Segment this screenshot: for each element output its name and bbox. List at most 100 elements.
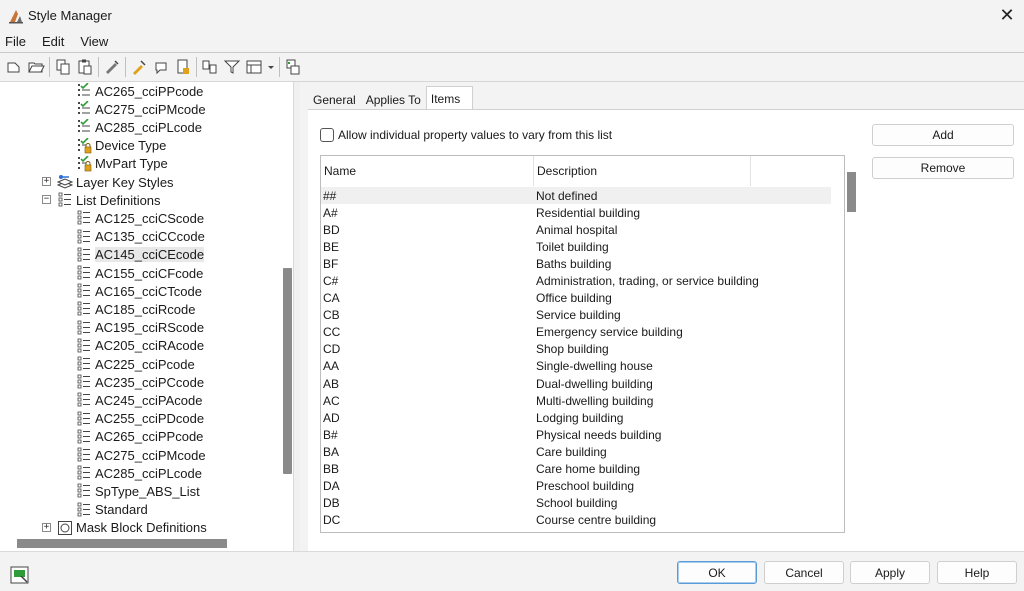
table-row[interactable]: BD Animal hospital: [321, 221, 831, 238]
allow-vary-checkbox[interactable]: [320, 128, 334, 142]
tab-strip: General Applies To Items: [308, 86, 474, 110]
tree-item[interactable]: AC185_cciRcode: [76, 300, 195, 318]
tab-applies-to[interactable]: Applies To: [361, 89, 426, 110]
tree-item[interactable]: + Mask Block Definitions: [42, 519, 207, 537]
table-row[interactable]: BE Toilet building: [321, 238, 831, 255]
copy-icon[interactable]: [52, 56, 74, 78]
tree-item[interactable]: AC155_cciCFcode: [76, 264, 203, 282]
tree-item-label: Standard: [95, 502, 148, 518]
tree-item[interactable]: AC285_cciPLcode: [76, 118, 202, 136]
close-icon[interactable]: ✕: [998, 5, 1016, 26]
tree-item[interactable]: AC265_cciPPcode: [76, 82, 203, 100]
cancel-button[interactable]: Cancel: [764, 561, 844, 584]
list-items-table[interactable]: Name Description ## Not defined A# Resident…: [320, 155, 845, 533]
table-row[interactable]: ## Not defined: [321, 187, 831, 205]
cell-name: B#: [323, 427, 338, 442]
open-icon[interactable]: [25, 56, 47, 78]
table-row[interactable]: CC Emergency service building: [321, 324, 831, 341]
tree-item[interactable]: AC195_cciRScode: [76, 319, 204, 337]
tree-item[interactable]: Standard: [76, 501, 148, 519]
tree-item[interactable]: MvPart Type: [76, 155, 168, 173]
tree-item[interactable]: AC265_cciPPcode: [76, 428, 203, 446]
apply-button[interactable]: Apply: [850, 561, 930, 584]
table-row[interactable]: DC Course centre building: [321, 512, 831, 529]
tree-item[interactable]: AC205_cciRAcode: [76, 337, 204, 355]
tree-item-label: AC155_cciCFcode: [95, 265, 204, 281]
tree-item[interactable]: AC165_cciCTcode: [76, 282, 202, 300]
tree-item[interactable]: AC285_cciPLcode: [76, 464, 202, 482]
table-row[interactable]: CA Office building: [321, 290, 831, 307]
inherit-icon[interactable]: [282, 56, 304, 78]
toggle-icon[interactable]: [172, 56, 194, 78]
tab-items[interactable]: Items: [425, 86, 474, 110]
add-button[interactable]: Add: [872, 124, 1014, 146]
list-scroll-thumb[interactable]: [847, 172, 856, 212]
help-button[interactable]: Help: [937, 561, 1017, 584]
table-row[interactable]: AD Lodging building: [321, 409, 831, 426]
table-row[interactable]: DA Preschool building: [321, 478, 831, 495]
style-tree[interactable]: AC265_cciPPcode AC275_cciPMcode AC285_cciP…: [0, 82, 294, 551]
table-row[interactable]: AC Multi-dwelling building: [321, 392, 831, 409]
table-row[interactable]: AB Dual-dwelling building: [321, 375, 831, 392]
table-row[interactable]: B# Physical needs building: [321, 426, 831, 443]
tree-item-label: AC145_cciCEcode: [95, 247, 205, 263]
table-row[interactable]: DB School building: [321, 495, 831, 512]
tree-hscroll-thumb[interactable]: [17, 539, 227, 548]
tree-vertical-scrollbar[interactable]: [281, 82, 293, 532]
tree-item[interactable]: AC245_cciPAcode: [76, 391, 202, 409]
table-row[interactable]: C# Administration, trading, or service bu…: [321, 272, 831, 289]
purge-icon[interactable]: [101, 56, 123, 78]
compare-icon[interactable]: [199, 56, 221, 78]
window-title: Style Manager: [28, 8, 112, 23]
toolbar-separator: [125, 57, 126, 77]
drawing-sorting-icon[interactable]: [9, 564, 31, 586]
table-row[interactable]: BF Baths building: [321, 255, 831, 272]
table-row[interactable]: BB Care home building: [321, 461, 831, 478]
tree-item[interactable]: AC135_cciCCcode: [76, 228, 205, 246]
tree-item[interactable]: Device Type: [76, 137, 166, 155]
expand-icon[interactable]: +: [42, 522, 51, 532]
filter-icon[interactable]: [221, 56, 243, 78]
new-icon[interactable]: [3, 56, 25, 78]
table-body: ## Not defined A# Residential building BD Ani…: [321, 187, 831, 529]
tree-item[interactable]: + Layer Key Styles: [42, 173, 174, 191]
tree-item[interactable]: SpType_ABS_List: [76, 482, 200, 500]
tree-item-label: Mask Block Definitions: [76, 520, 207, 536]
tree-item[interactable]: AC275_cciPMcode: [76, 100, 206, 118]
menu-view[interactable]: View: [74, 34, 114, 49]
table-row[interactable]: A# Residential building: [321, 204, 831, 221]
column-header-description[interactable]: Description: [534, 156, 751, 186]
table-row[interactable]: BA Care building: [321, 443, 831, 460]
allow-vary-row[interactable]: Allow individual property values to vary…: [320, 128, 612, 142]
list-vertical-scrollbar[interactable]: [845, 156, 858, 530]
edit-style-icon[interactable]: [128, 56, 150, 78]
tree-item[interactable]: − List Definitions: [42, 191, 161, 209]
expand-icon[interactable]: +: [42, 177, 51, 186]
menu-edit[interactable]: Edit: [36, 34, 70, 49]
tab-general[interactable]: General: [308, 89, 361, 110]
view-options-icon[interactable]: [243, 56, 265, 78]
table-row[interactable]: CB Service building: [321, 307, 831, 324]
menu-file[interactable]: File: [0, 34, 32, 49]
cell-name: BE: [323, 239, 340, 254]
column-header-name[interactable]: Name: [321, 156, 534, 186]
tree-item[interactable]: AC275_cciPMcode: [76, 446, 206, 464]
tree-item[interactable]: AC225_cciPcode: [76, 355, 195, 373]
table-row[interactable]: CD Shop building: [321, 341, 831, 358]
ok-button[interactable]: OK: [677, 561, 757, 584]
cell-description: Administration, trading, or service buil…: [536, 274, 759, 289]
remove-button[interactable]: Remove: [872, 157, 1014, 179]
tree-item[interactable]: AC235_cciPCcode: [76, 373, 204, 391]
list-definition-icon: [76, 374, 92, 390]
collapse-icon[interactable]: −: [42, 195, 51, 205]
tree-scroll-thumb[interactable]: [283, 268, 292, 474]
tree-item[interactable]: AC255_cciPDcode: [76, 410, 204, 428]
dropdown-arrow-icon[interactable]: [265, 56, 277, 78]
cell-description: Single-dwelling house: [536, 359, 653, 374]
paste-icon[interactable]: [74, 56, 96, 78]
set-from-icon[interactable]: [150, 56, 172, 78]
table-row[interactable]: AA Single-dwelling house: [321, 358, 831, 375]
tree-item[interactable]: AC145_cciCEcode: [76, 246, 205, 264]
cell-description: Dual-dwelling building: [536, 376, 653, 391]
tree-item[interactable]: AC125_cciCScode: [76, 209, 204, 227]
